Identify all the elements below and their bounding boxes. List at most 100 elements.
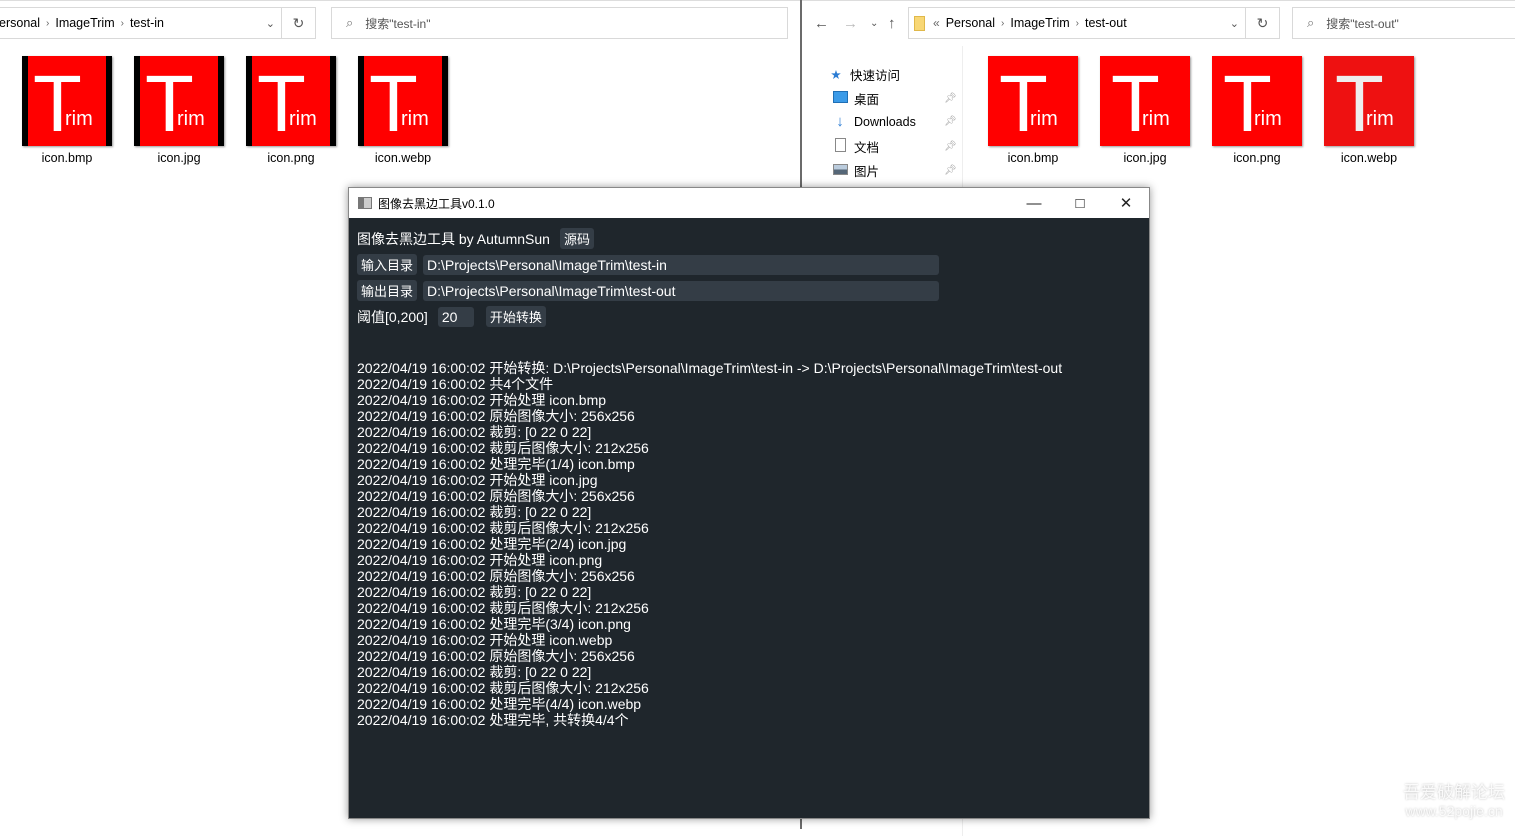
search-placeholder: 搜索"test-out" xyxy=(1326,16,1399,31)
source-code-button[interactable]: 源码 xyxy=(559,228,594,249)
thumbnail-letter: T xyxy=(1335,59,1384,146)
sidebar-item-pictures[interactable]: 图片 📌︎ xyxy=(832,161,962,180)
image-thumbnail: Trim xyxy=(22,56,112,146)
log-line: 2022/04/19 16:00:02 处理完毕(3/4) icon.png xyxy=(357,616,631,632)
log-line: 2022/04/19 16:00:02 原始图像大小: 256x256 xyxy=(357,408,635,424)
search-input[interactable]: ⌕ 搜索"test-in" xyxy=(331,7,788,39)
log-line: 2022/04/19 16:00:02 开始处理 icon.jpg xyxy=(357,472,598,488)
chevron-right-icon: › xyxy=(1001,17,1005,29)
refresh-icon[interactable]: ↻ xyxy=(1245,8,1279,38)
output-dir-button[interactable]: 输出目录 xyxy=(357,280,418,301)
chevron-right-icon: › xyxy=(1075,17,1079,29)
log-output: 2022/04/19 16:00:02 开始转换: D:\Projects\Pe… xyxy=(357,360,1062,728)
file-name: icon.png xyxy=(267,151,315,165)
file-name: icon.png xyxy=(1233,151,1281,165)
forward-arrow-icon[interactable]: → xyxy=(843,15,858,32)
thumbnail-text: rim xyxy=(1366,108,1394,130)
output-dir-field[interactable]: D:\Projects\Personal\ImageTrim\test-out xyxy=(423,280,940,301)
breadcrumb-personal[interactable]: ersonal xyxy=(0,16,40,30)
sidebar-label: Downloads xyxy=(854,114,916,129)
breadcrumb-imagetrim[interactable]: ImageTrim xyxy=(55,16,114,30)
document-icon xyxy=(832,138,848,155)
sidebar-item-desktop[interactable]: 桌面 📌︎ xyxy=(832,89,962,108)
thumbnail-text: rim xyxy=(401,108,429,130)
app-icon xyxy=(358,197,372,209)
log-line: 2022/04/19 16:00:02 处理完毕, 共转换4/4个 xyxy=(357,712,629,728)
file-item[interactable]: Trim icon.png xyxy=(246,56,336,165)
log-line: 2022/04/19 16:00:02 原始图像大小: 256x256 xyxy=(357,648,635,664)
image-thumbnail: Trim xyxy=(1100,56,1190,146)
pictures-icon xyxy=(832,163,848,178)
file-item[interactable]: Trim icon.png xyxy=(1212,56,1302,165)
address-bar[interactable]: ersonal › ImageTrim › test-in ⌄ ↻ xyxy=(0,7,316,39)
start-convert-button[interactable]: 开始转换 xyxy=(485,306,546,327)
star-icon: ★ xyxy=(830,68,842,82)
log-line: 2022/04/19 16:00:02 裁剪后图像大小: 212x256 xyxy=(357,520,649,536)
log-line: 2022/04/19 16:00:02 开始处理 icon.webp xyxy=(357,632,613,648)
pin-icon[interactable]: 📌︎ xyxy=(944,141,957,152)
thumbnail-letter: T xyxy=(369,59,418,146)
log-line: 2022/04/19 16:00:02 处理完毕(1/4) icon.bmp xyxy=(357,456,635,472)
file-item[interactable]: Trim icon.jpg xyxy=(1100,56,1190,165)
breadcrumb-test-out[interactable]: test-out xyxy=(1085,16,1127,30)
log-line: 2022/04/19 16:00:02 裁剪后图像大小: 212x256 xyxy=(357,680,649,696)
close-button[interactable]: ✕ xyxy=(1103,188,1149,218)
breadcrumb-personal[interactable]: Personal xyxy=(946,16,995,30)
chevron-right-icon: › xyxy=(120,17,124,29)
minimize-button[interactable]: — xyxy=(1011,188,1057,218)
chevron-right-icon: › xyxy=(46,17,50,29)
sidebar-item-downloads[interactable]: ↓ Downloads 📌︎ xyxy=(832,113,962,130)
thumbnail-text: rim xyxy=(1030,108,1058,130)
search-input[interactable]: ⌕ 搜索"test-out" xyxy=(1292,7,1515,39)
file-item[interactable]: Trim icon.webp xyxy=(1324,56,1414,165)
log-line: 2022/04/19 16:00:02 裁剪: [0 22 0 22] xyxy=(357,584,592,600)
image-thumbnail: Trim xyxy=(246,56,336,146)
up-arrow-icon[interactable]: ↑ xyxy=(888,15,896,32)
pin-icon[interactable]: 📌︎ xyxy=(944,93,957,104)
refresh-icon[interactable]: ↻ xyxy=(281,8,315,38)
input-dir-button[interactable]: 输入目录 xyxy=(357,254,418,275)
file-item[interactable]: Trim icon.webp xyxy=(358,56,448,165)
file-item[interactable]: Trim icon.bmp xyxy=(988,56,1078,165)
title-bar[interactable]: 图像去黑边工具v0.1.0 — □ ✕ xyxy=(349,188,1149,218)
breadcrumb-imagetrim[interactable]: ImageTrim xyxy=(1010,16,1069,30)
log-line: 2022/04/19 16:00:02 开始转换: D:\Projects\Pe… xyxy=(357,360,1063,376)
threshold-input[interactable]: 20 xyxy=(437,306,474,327)
back-arrow-icon[interactable]: ← xyxy=(814,15,829,32)
file-name: icon.webp xyxy=(374,151,432,165)
log-line: 2022/04/19 16:00:02 裁剪: [0 22 0 22] xyxy=(357,664,592,680)
log-line: 2022/04/19 16:00:02 处理完毕(4/4) icon.webp xyxy=(357,696,642,712)
app-heading: 图像去黑边工具 by AutumnSun xyxy=(357,230,550,247)
chevron-down-icon[interactable]: ⌄ xyxy=(1230,17,1239,30)
pin-icon[interactable]: 📌︎ xyxy=(944,116,957,127)
input-dir-field[interactable]: D:\Projects\Personal\ImageTrim\test-in xyxy=(423,254,940,275)
log-line: 2022/04/19 16:00:02 开始处理 icon.bmp xyxy=(357,392,607,408)
breadcrumb-test-in[interactable]: test-in xyxy=(130,16,164,30)
maximize-button[interactable]: □ xyxy=(1057,188,1103,218)
watermark-text: 吾爱破解论坛 xyxy=(1403,783,1505,802)
log-line: 2022/04/19 16:00:02 裁剪: [0 22 0 22] xyxy=(357,504,592,520)
address-bar[interactable]: « Personal › ImageTrim › test-out ⌄ ↻ xyxy=(908,7,1280,39)
chevron-down-icon[interactable]: ⌄ xyxy=(266,17,275,30)
image-thumbnail: Trim xyxy=(1212,56,1302,146)
log-line: 2022/04/19 16:00:02 原始图像大小: 256x256 xyxy=(357,568,635,584)
sidebar-item-documents[interactable]: 文档 📌︎ xyxy=(832,137,962,156)
sidebar-item-quick-access[interactable]: ★ 快速访问 xyxy=(828,65,958,84)
sidebar-label: 文档 xyxy=(854,141,880,155)
log-line: 2022/04/19 16:00:02 裁剪后图像大小: 212x256 xyxy=(357,440,649,456)
window-title: 图像去黑边工具v0.1.0 xyxy=(378,196,495,211)
file-item[interactable]: Trim icon.jpg xyxy=(134,56,224,165)
recent-dropdown-icon[interactable]: ⌄ xyxy=(870,18,878,29)
thumbnail-letter: T xyxy=(257,59,306,146)
download-icon: ↓ xyxy=(836,113,844,130)
search-icon: ⌕ xyxy=(1307,15,1315,30)
pin-icon[interactable]: 📌︎ xyxy=(944,165,957,176)
thumbnail-text: rim xyxy=(1254,108,1282,130)
log-line: 2022/04/19 16:00:02 处理完毕(2/4) icon.jpg xyxy=(357,536,627,552)
file-name: icon.bmp xyxy=(41,151,93,165)
image-thumbnail: Trim xyxy=(358,56,448,146)
file-item[interactable]: Trim icon.bmp xyxy=(22,56,112,165)
overflow-chevron-icon[interactable]: « xyxy=(933,16,940,30)
thumbnail-text: rim xyxy=(289,108,317,130)
threshold-label: 阈值[0,200] xyxy=(357,308,428,325)
